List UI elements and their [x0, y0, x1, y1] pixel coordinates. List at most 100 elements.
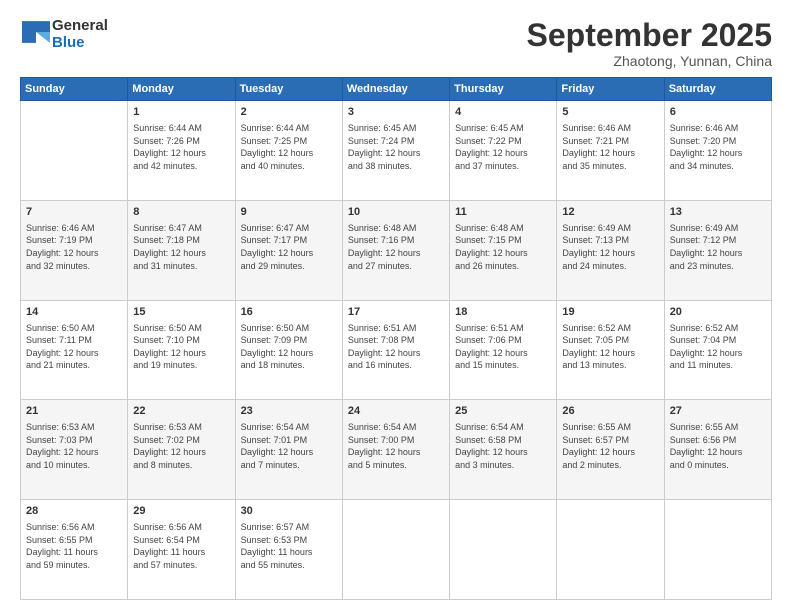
page: General Blue September 2025 Zhaotong, Yu… — [0, 0, 792, 612]
day-number: 25 — [455, 404, 551, 419]
cell-info: Sunrise: 6:49 AMSunset: 7:12 PMDaylight:… — [670, 222, 766, 272]
table-row: 29 Sunrise: 6:56 AMSunset: 6:54 PMDayligh… — [128, 500, 235, 600]
col-tuesday: Tuesday — [235, 78, 342, 101]
table-row: 21 Sunrise: 6:53 AMSunset: 7:03 PMDayligh… — [21, 400, 128, 500]
day-number: 9 — [241, 205, 337, 220]
day-number: 18 — [455, 305, 551, 320]
cell-info: Sunrise: 6:45 AMSunset: 7:22 PMDaylight:… — [455, 122, 551, 172]
table-row: 10 Sunrise: 6:48 AMSunset: 7:16 PMDayligh… — [342, 200, 449, 300]
cell-info: Sunrise: 6:44 AMSunset: 7:25 PMDaylight:… — [241, 122, 337, 172]
day-number: 11 — [455, 205, 551, 220]
day-number: 2 — [241, 105, 337, 120]
table-row: 14 Sunrise: 6:50 AMSunset: 7:11 PMDayligh… — [21, 300, 128, 400]
day-number: 20 — [670, 305, 766, 320]
table-row — [342, 500, 449, 600]
col-thursday: Thursday — [450, 78, 557, 101]
day-number: 26 — [562, 404, 658, 419]
table-row: 17 Sunrise: 6:51 AMSunset: 7:08 PMDayligh… — [342, 300, 449, 400]
cell-info: Sunrise: 6:47 AMSunset: 7:18 PMDaylight:… — [133, 222, 229, 272]
cell-info: Sunrise: 6:50 AMSunset: 7:11 PMDaylight:… — [26, 322, 122, 372]
day-number: 3 — [348, 105, 444, 120]
cell-info: Sunrise: 6:50 AMSunset: 7:10 PMDaylight:… — [133, 322, 229, 372]
day-number: 7 — [26, 205, 122, 220]
table-row: 9Sunrise: 6:47 AMSunset: 7:17 PMDaylight… — [235, 200, 342, 300]
day-number: 30 — [241, 504, 337, 519]
cell-info: Sunrise: 6:44 AMSunset: 7:26 PMDaylight:… — [133, 122, 229, 172]
table-row: 24 Sunrise: 6:54 AMSunset: 7:00 PMDayligh… — [342, 400, 449, 500]
table-row: 25 Sunrise: 6:54 AMSunset: 6:58 PMDayligh… — [450, 400, 557, 500]
table-row: 3 Sunrise: 6:45 AMSunset: 7:24 PMDaylight… — [342, 101, 449, 201]
cell-info: Sunrise: 6:53 AMSunset: 7:03 PMDaylight:… — [26, 421, 122, 471]
day-number: 14 — [26, 305, 122, 320]
day-number: 24 — [348, 404, 444, 419]
table-row: 16 Sunrise: 6:50 AMSunset: 7:09 PMDayligh… — [235, 300, 342, 400]
table-row: 20 Sunrise: 6:52 AMSunset: 7:04 PMDayligh… — [664, 300, 771, 400]
cell-info: Sunrise: 6:51 AMSunset: 7:06 PMDaylight:… — [455, 322, 551, 372]
table-row: 8Sunrise: 6:47 AMSunset: 7:18 PMDaylight… — [128, 200, 235, 300]
table-row: 2 Sunrise: 6:44 AMSunset: 7:25 PMDaylight… — [235, 101, 342, 201]
day-number: 22 — [133, 404, 229, 419]
table-row — [557, 500, 664, 600]
day-number: 12 — [562, 205, 658, 220]
cell-info: Sunrise: 6:57 AMSunset: 6:53 PMDaylight:… — [241, 521, 337, 571]
cell-info: Sunrise: 6:46 AMSunset: 7:20 PMDaylight:… — [670, 122, 766, 172]
day-number: 28 — [26, 504, 122, 519]
cell-info: Sunrise: 6:48 AMSunset: 7:16 PMDaylight:… — [348, 222, 444, 272]
cell-info: Sunrise: 6:56 AMSunset: 6:54 PMDaylight:… — [133, 521, 229, 571]
cell-info: Sunrise: 6:52 AMSunset: 7:04 PMDaylight:… — [670, 322, 766, 372]
table-row: 15 Sunrise: 6:50 AMSunset: 7:10 PMDayligh… — [128, 300, 235, 400]
day-number: 15 — [133, 305, 229, 320]
cell-info: Sunrise: 6:54 AMSunset: 7:00 PMDaylight:… — [348, 421, 444, 471]
day-number: 17 — [348, 305, 444, 320]
day-number: 29 — [133, 504, 229, 519]
cell-info: Sunrise: 6:55 AMSunset: 6:57 PMDaylight:… — [562, 421, 658, 471]
day-number: 16 — [241, 305, 337, 320]
day-number: 19 — [562, 305, 658, 320]
day-number: 6 — [670, 105, 766, 120]
calendar-header-row: Sunday Monday Tuesday Wednesday Thursday… — [21, 78, 772, 101]
table-row: 19 Sunrise: 6:52 AMSunset: 7:05 PMDayligh… — [557, 300, 664, 400]
table-row: 1 Sunrise: 6:44 AMSunset: 7:26 PMDaylight… — [128, 101, 235, 201]
day-number: 13 — [670, 205, 766, 220]
cell-info: Sunrise: 6:54 AMSunset: 6:58 PMDaylight:… — [455, 421, 551, 471]
cell-info: Sunrise: 6:56 AMSunset: 6:55 PMDaylight:… — [26, 521, 122, 571]
table-row: 28 Sunrise: 6:56 AMSunset: 6:55 PMDayligh… — [21, 500, 128, 600]
logo-text-blue: Blue — [52, 35, 108, 52]
col-monday: Monday — [128, 78, 235, 101]
day-number: 4 — [455, 105, 551, 120]
logo-icon — [22, 21, 50, 43]
title-section: September 2025 Zhaotong, Yunnan, China — [527, 18, 772, 69]
cell-info: Sunrise: 6:52 AMSunset: 7:05 PMDaylight:… — [562, 322, 658, 372]
cell-info: Sunrise: 6:46 AMSunset: 7:19 PMDaylight:… — [26, 222, 122, 272]
table-row: 30 Sunrise: 6:57 AMSunset: 6:53 PMDayligh… — [235, 500, 342, 600]
header: General Blue September 2025 Zhaotong, Yu… — [20, 18, 772, 69]
col-saturday: Saturday — [664, 78, 771, 101]
cell-info: Sunrise: 6:50 AMSunset: 7:09 PMDaylight:… — [241, 322, 337, 372]
month-title: September 2025 — [527, 18, 772, 53]
table-row — [21, 101, 128, 201]
table-row: 4 Sunrise: 6:45 AMSunset: 7:22 PMDaylight… — [450, 101, 557, 201]
day-number: 5 — [562, 105, 658, 120]
col-sunday: Sunday — [21, 78, 128, 101]
location-subtitle: Zhaotong, Yunnan, China — [527, 53, 772, 69]
day-number: 1 — [133, 105, 229, 120]
table-row: 18 Sunrise: 6:51 AMSunset: 7:06 PMDayligh… — [450, 300, 557, 400]
day-number: 21 — [26, 404, 122, 419]
cell-info: Sunrise: 6:45 AMSunset: 7:24 PMDaylight:… — [348, 122, 444, 172]
table-row — [664, 500, 771, 600]
table-row: 5 Sunrise: 6:46 AMSunset: 7:21 PMDaylight… — [557, 101, 664, 201]
table-row: 11 Sunrise: 6:48 AMSunset: 7:15 PMDayligh… — [450, 200, 557, 300]
day-number: 10 — [348, 205, 444, 220]
cell-info: Sunrise: 6:51 AMSunset: 7:08 PMDaylight:… — [348, 322, 444, 372]
cell-info: Sunrise: 6:46 AMSunset: 7:21 PMDaylight:… — [562, 122, 658, 172]
day-number: 23 — [241, 404, 337, 419]
col-friday: Friday — [557, 78, 664, 101]
table-row: 7 Sunrise: 6:46 AMSunset: 7:19 PMDaylight… — [21, 200, 128, 300]
cell-info: Sunrise: 6:48 AMSunset: 7:15 PMDaylight:… — [455, 222, 551, 272]
col-wednesday: Wednesday — [342, 78, 449, 101]
table-row — [450, 500, 557, 600]
table-row: 22Sunrise: 6:53 AMSunset: 7:02 PMDayligh… — [128, 400, 235, 500]
logo: General Blue — [20, 18, 108, 51]
table-row: 6 Sunrise: 6:46 AMSunset: 7:20 PMDaylight… — [664, 101, 771, 201]
calendar-table: Sunday Monday Tuesday Wednesday Thursday… — [20, 77, 772, 600]
